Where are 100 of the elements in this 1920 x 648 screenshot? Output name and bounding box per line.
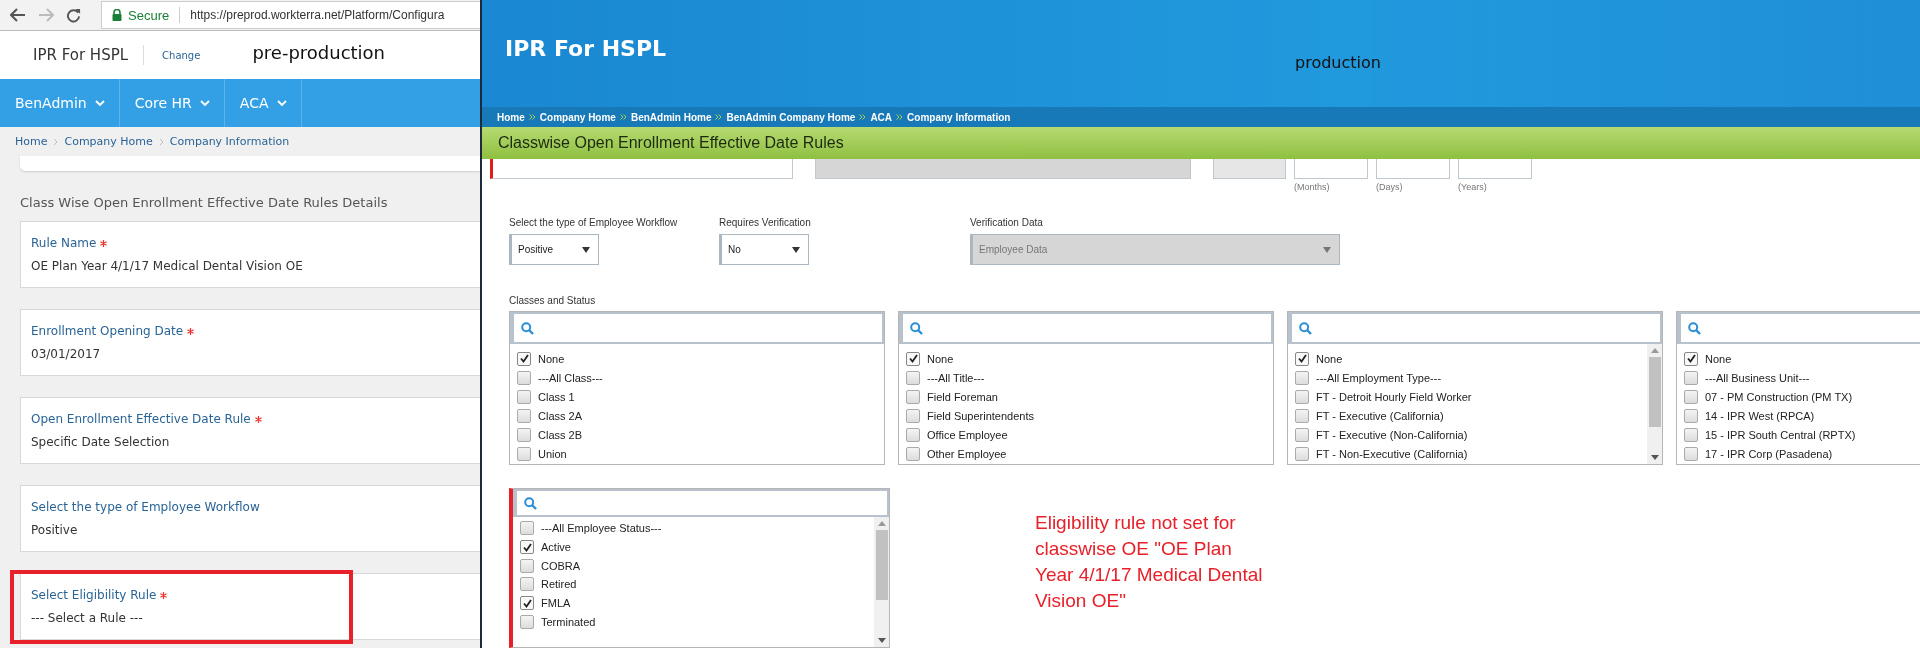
field-value[interactable]: OE Plan Year 4/1/17 Medical Dental Vision OE bbox=[31, 259, 480, 273]
breadcrumb-link[interactable]: Company Home bbox=[64, 135, 153, 148]
double-chevron-icon bbox=[715, 114, 723, 121]
back-arrow-icon[interactable] bbox=[10, 8, 26, 22]
checkbox[interactable] bbox=[520, 521, 534, 536]
breadcrumb-link[interactable]: BenAdmin Home bbox=[630, 111, 712, 123]
double-chevron-icon bbox=[859, 114, 867, 121]
double-chevron-icon bbox=[896, 114, 904, 121]
checkbox[interactable] bbox=[1295, 427, 1309, 442]
checkbox[interactable] bbox=[517, 446, 531, 461]
scroll-up-arrow-icon[interactable] bbox=[877, 521, 886, 526]
field-label: Requires Verification bbox=[719, 217, 812, 228]
option-label: ---All Employment Type--- bbox=[1316, 371, 1442, 384]
search-field[interactable] bbox=[510, 312, 884, 344]
dropdown-caret-icon bbox=[792, 246, 800, 253]
breadcrumb-link[interactable]: Company Information bbox=[907, 111, 1011, 123]
checkbox[interactable] bbox=[520, 558, 534, 573]
field-label: Rule Name bbox=[31, 236, 97, 250]
breadcrumb-link[interactable]: Home bbox=[15, 135, 48, 148]
forward-arrow-icon[interactable] bbox=[38, 8, 54, 22]
checkbox[interactable] bbox=[1684, 446, 1698, 461]
option-label: Office Employee bbox=[927, 428, 1008, 441]
reload-icon[interactable] bbox=[66, 7, 81, 23]
checkbox[interactable] bbox=[1684, 408, 1698, 423]
checkbox[interactable] bbox=[906, 389, 920, 404]
checkbox[interactable] bbox=[1295, 351, 1309, 366]
option-label: ---All Class--- bbox=[538, 371, 603, 384]
checkbox[interactable] bbox=[1295, 370, 1309, 385]
search-field[interactable] bbox=[1288, 312, 1662, 344]
checkbox[interactable] bbox=[1295, 389, 1309, 404]
checkbox[interactable] bbox=[906, 446, 920, 461]
checkbox[interactable] bbox=[906, 370, 920, 385]
checkbox[interactable] bbox=[1684, 370, 1698, 385]
breadcrumb-link[interactable]: Company Home bbox=[539, 111, 616, 123]
scroll-up-arrow-icon[interactable] bbox=[1650, 348, 1659, 353]
option-label: None bbox=[538, 352, 565, 365]
option-label: 17 - IPR Corp (Pasadena) bbox=[1705, 447, 1833, 460]
input-field[interactable] bbox=[1213, 159, 1286, 179]
checkbox[interactable] bbox=[520, 596, 534, 611]
input-field[interactable] bbox=[1458, 159, 1532, 179]
secure-label: Secure bbox=[128, 7, 170, 23]
option-label: Class 2B bbox=[538, 428, 583, 441]
dropdown[interactable]: No bbox=[719, 234, 809, 265]
checkbox[interactable] bbox=[520, 614, 534, 629]
change-link[interactable]: Change bbox=[162, 49, 201, 61]
input-field[interactable] bbox=[1376, 159, 1450, 179]
checkbox[interactable] bbox=[906, 408, 920, 423]
option-label: Other Employee bbox=[927, 447, 1007, 460]
double-chevron-icon bbox=[619, 114, 627, 121]
checkbox[interactable] bbox=[517, 427, 531, 442]
breadcrumb-link[interactable]: Home bbox=[497, 111, 525, 123]
option-label: None bbox=[1705, 352, 1732, 365]
input-field[interactable] bbox=[1294, 159, 1368, 179]
checkbox[interactable] bbox=[517, 351, 531, 366]
checkbox[interactable] bbox=[1295, 408, 1309, 423]
scroll-down-arrow-icon[interactable] bbox=[1650, 455, 1659, 460]
chevron-right-icon bbox=[53, 137, 59, 146]
field-value[interactable]: Positive bbox=[31, 523, 480, 537]
search-icon bbox=[1299, 321, 1312, 335]
url-text: https://preprod.workterra.net/Platform/Configura bbox=[190, 8, 445, 22]
checkbox[interactable] bbox=[1684, 389, 1698, 404]
environment-note: pre-production bbox=[252, 41, 386, 63]
checkbox[interactable] bbox=[517, 370, 531, 385]
option-label: FT - Non-Executive (California) bbox=[1316, 447, 1468, 460]
checkbox[interactable] bbox=[906, 427, 920, 442]
scrollbar[interactable] bbox=[1647, 344, 1662, 464]
checkbox[interactable] bbox=[520, 540, 534, 555]
field-value[interactable]: 03/01/2017 bbox=[31, 347, 480, 361]
breadcrumb-link[interactable]: ACA bbox=[870, 111, 893, 123]
breadcrumb-link[interactable]: Company Information bbox=[169, 135, 290, 148]
chevron-right-icon bbox=[158, 137, 164, 146]
dropdown-caret-icon bbox=[582, 246, 590, 253]
checkbox[interactable] bbox=[517, 408, 531, 423]
checkbox[interactable] bbox=[520, 577, 534, 592]
search-field[interactable] bbox=[513, 489, 889, 517]
checkbox[interactable] bbox=[1295, 446, 1309, 461]
breadcrumb-link[interactable]: BenAdmin Company Home bbox=[726, 111, 856, 123]
checkbox[interactable] bbox=[517, 389, 531, 404]
checkbox[interactable] bbox=[906, 351, 920, 366]
checkbox[interactable] bbox=[1684, 427, 1698, 442]
address-bar[interactable]: Secure https://preprod.workterra.net/Platform/Configura bbox=[101, 1, 480, 29]
option-label: Active bbox=[541, 541, 571, 554]
scroll-down-arrow-icon[interactable] bbox=[877, 638, 886, 643]
checkbox[interactable] bbox=[1684, 351, 1698, 366]
option-label: ---All Business Unit--- bbox=[1705, 371, 1810, 384]
field-label: Select the type of Employee Workflow bbox=[509, 217, 679, 228]
scrollbar[interactable] bbox=[874, 517, 889, 647]
company-name: IPR For HSPL bbox=[504, 35, 668, 63]
option-label: Union bbox=[538, 447, 567, 460]
field-value[interactable]: --- Select a Rule --- bbox=[31, 611, 480, 625]
option-label: FT - Detroit Hourly Field Worker bbox=[1316, 390, 1472, 403]
search-field[interactable] bbox=[1677, 312, 1920, 344]
search-field[interactable] bbox=[899, 312, 1273, 344]
field-value[interactable]: Specific Date Selection bbox=[31, 435, 480, 449]
dropdown[interactable]: Positive bbox=[509, 234, 599, 265]
option-label: None bbox=[1316, 352, 1343, 365]
input-field[interactable] bbox=[490, 159, 793, 179]
double-chevron-icon bbox=[528, 114, 536, 121]
input-field[interactable] bbox=[815, 159, 1191, 179]
page-title: Classwise Open Enrollment Effective Date Rules bbox=[498, 134, 844, 153]
